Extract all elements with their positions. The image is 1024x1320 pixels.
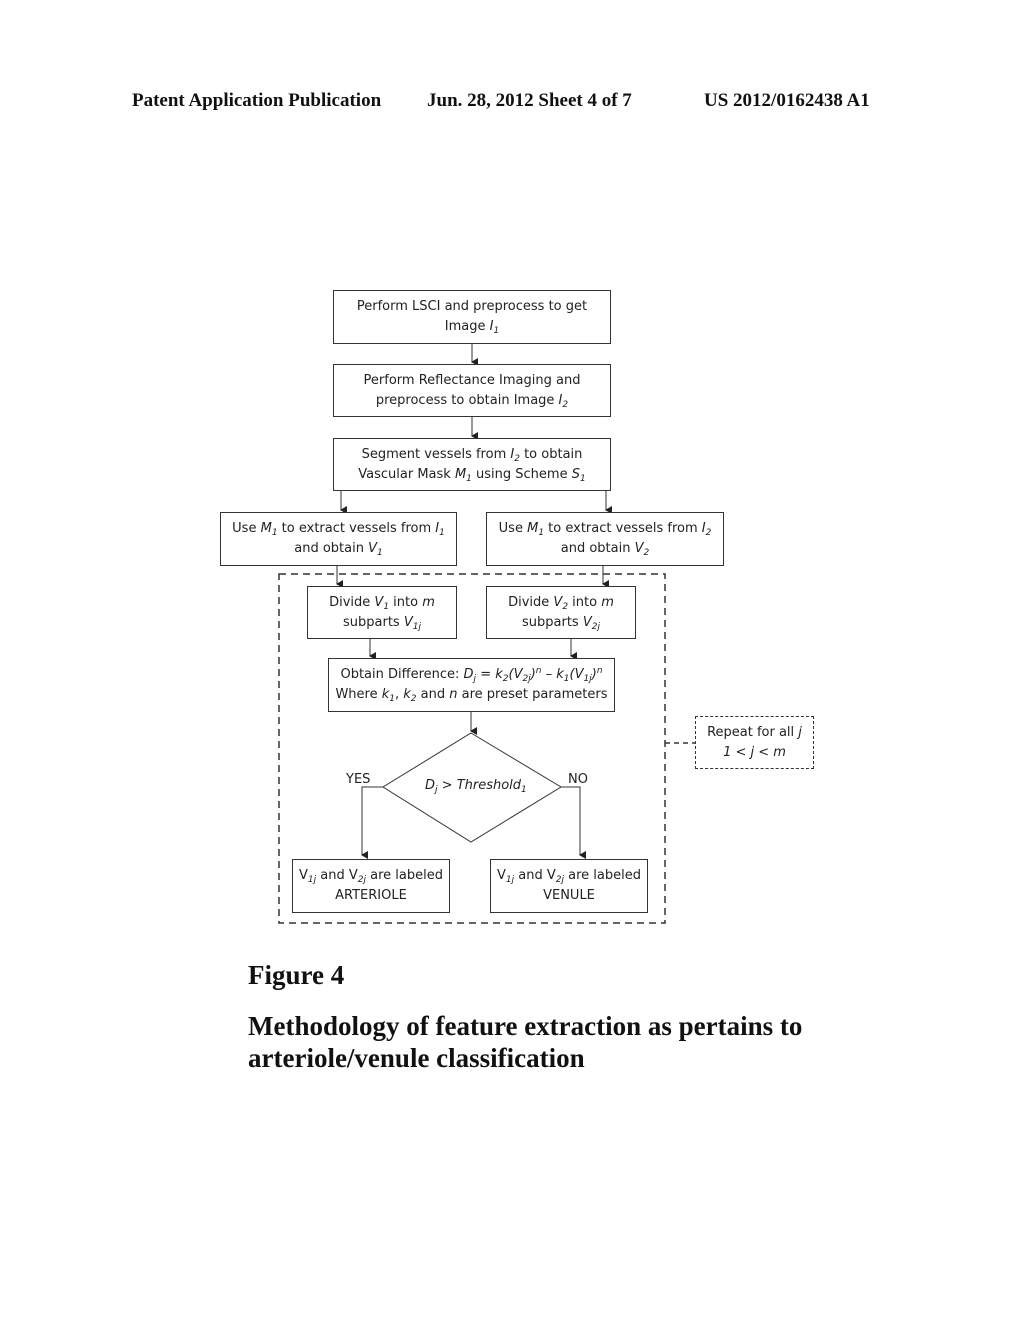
figure-caption: Methodology of feature extraction as per… xyxy=(248,1010,802,1074)
repeat-note-line1: Repeat for all j xyxy=(707,724,802,740)
step-divide-v2-line2: subparts V2j xyxy=(522,614,600,632)
step-divide-v1: Divide V1 into m subparts V1j xyxy=(307,586,457,639)
arrow-yes xyxy=(361,786,383,859)
step-reflectance-line2: preprocess to obtain Image I2 xyxy=(375,392,569,410)
result-venule-label: VENULE xyxy=(543,888,595,903)
step-reflectance-line1: Perform Reflectance Imaging and xyxy=(363,372,581,388)
result-arteriole: V1j and V2j are labeled ARTERIOLE xyxy=(292,859,450,913)
step-segment: Segment vessels from I2 to obtain Vascul… xyxy=(333,438,611,491)
step-difference-params: Where k1, k2 and n are preset parameters xyxy=(335,687,608,704)
step-extract-v2: Use M1 to extract vessels from I2 and ob… xyxy=(486,512,724,566)
step-difference-formula: Obtain Difference: Dj = k2(V2j)n – k1(V1… xyxy=(340,666,603,684)
step-reflectance: Perform Reflectance Imaging and preproce… xyxy=(333,364,611,417)
step-extract-v2-line1: Use M1 to extract vessels from I2 xyxy=(498,521,712,538)
step-lsci-line1: Perform LSCI and preprocess to get xyxy=(356,299,588,314)
step-extract-v1-line1: Use M1 to extract vessels from I1 xyxy=(232,521,445,538)
step-extract-v2-line2: and obtain V2 xyxy=(560,541,650,558)
step-divide-v1-line1: Divide V1 into m xyxy=(329,594,435,612)
repeat-note: Repeat for all j 1 < j < m xyxy=(695,716,814,769)
step-extract-v1: Use M1 to extract vessels from I1 and ob… xyxy=(220,512,457,566)
step-difference: Obtain Difference: Dj = k2(V2j)n – k1(V1… xyxy=(328,658,615,712)
decision-condition: Dj > Threshold1 xyxy=(425,778,527,795)
figure-label: Figure 4 xyxy=(248,960,345,990)
step-extract-v1-line2: and obtain V1 xyxy=(294,541,383,558)
step-segment-line2: Vascular Mask M1 using Scheme S1 xyxy=(358,466,586,484)
arrow-no xyxy=(561,786,586,859)
step-divide-v2: Divide V2 into m subparts V2j xyxy=(486,586,636,639)
no-label: NO xyxy=(568,772,588,787)
figure-caption-line2: arteriole/venule classification xyxy=(248,1043,585,1073)
step-segment-line1: Segment vessels from I2 to obtain xyxy=(361,446,583,464)
result-arteriole-line1: V1j and V2j are labeled xyxy=(299,868,443,885)
step-divide-v2-line1: Divide V2 into m xyxy=(508,594,614,612)
step-lsci-line2: Image I1 xyxy=(444,319,500,336)
figure-caption-line1: Methodology of feature extraction as per… xyxy=(248,1011,803,1041)
step-lsci: Perform LSCI and preprocess to get Image… xyxy=(333,290,611,344)
result-venule-line1: V1j and V2j are labeled xyxy=(497,868,641,885)
repeat-note-line2: 1 < j < m xyxy=(723,744,786,760)
step-divide-v1-line2: subparts V1j xyxy=(343,614,421,632)
result-venule: V1j and V2j are labeled VENULE xyxy=(490,859,648,913)
result-arteriole-label: ARTERIOLE xyxy=(335,888,407,903)
yes-label: YES xyxy=(346,772,371,787)
